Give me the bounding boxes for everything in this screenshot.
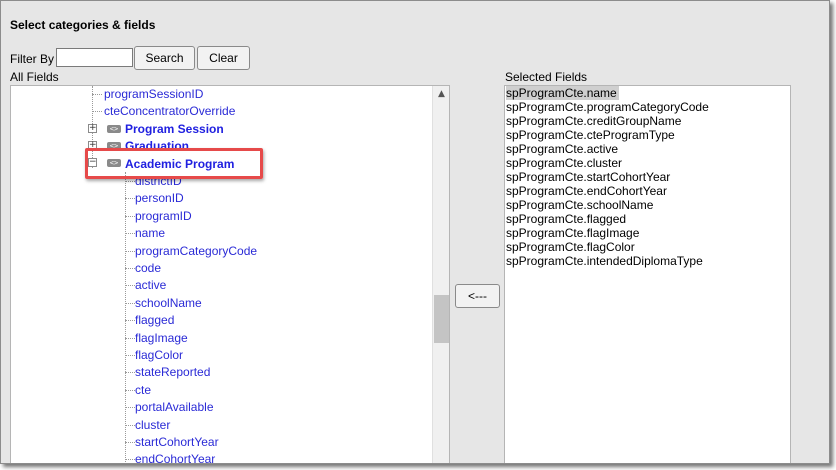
tree-connector (125, 355, 135, 356)
search-button[interactable]: Search (134, 46, 195, 70)
selected-field-item[interactable]: spProgramCte.creditGroupName (506, 114, 683, 128)
tree-field-item[interactable]: schoolName (135, 296, 202, 310)
tree-field-item[interactable]: code (135, 261, 161, 275)
tree-field-item[interactable]: cte (135, 383, 151, 397)
selected-field-item[interactable]: spProgramCte.flagColor (506, 240, 637, 254)
tree-connector (125, 407, 135, 409)
tree-field-item[interactable]: flagged (135, 313, 174, 327)
tree-field-item[interactable]: name (135, 226, 165, 240)
tree-connector (125, 302, 135, 304)
tree-connector (125, 285, 135, 287)
tree-field-item[interactable]: startCohortYear (135, 435, 219, 449)
selected-fields-list[interactable]: spProgramCte.name spProgramCte.programCat… (504, 85, 791, 463)
tree-field-item[interactable]: endCohortYear (135, 452, 215, 463)
tree-field-item[interactable]: programID (135, 209, 192, 223)
plus-box-icon[interactable]: + (88, 124, 97, 133)
tree-content: programSessionID cteConcentratorOverride… (11, 86, 432, 463)
field-selector-panel: Select categories & fields Filter By Sea… (0, 0, 830, 464)
filter-label: Filter By (10, 52, 55, 66)
tree-connector (125, 337, 135, 339)
tree-field-item[interactable]: portalAvailable (135, 400, 214, 414)
selected-field-item[interactable]: spProgramCte.schoolName (506, 198, 655, 212)
tree-field-item[interactable]: stateReported (135, 365, 210, 379)
tree-connector (92, 94, 102, 95)
remove-field-button[interactable]: <--- (455, 284, 500, 308)
selected-field-item[interactable]: spProgramCte.flagged (506, 212, 628, 226)
tree-connector (125, 424, 135, 426)
selected-field-item[interactable]: spProgramCte.name (506, 86, 619, 100)
all-fields-tree[interactable]: programSessionID cteConcentratorOverride… (10, 85, 450, 463)
tree-connector (92, 111, 102, 112)
selected-field-item[interactable]: spProgramCte.cluster (506, 156, 624, 170)
selected-field-item[interactable]: spProgramCte.flagImage (506, 226, 641, 240)
selected-field-item[interactable]: spProgramCte.intendedDiplomaType (506, 254, 705, 268)
tree-connector (125, 372, 135, 374)
clear-button[interactable]: Clear (197, 46, 250, 70)
tree-field-item[interactable]: programCategoryCode (135, 244, 257, 258)
scroll-thumb[interactable] (434, 295, 449, 343)
tree-connector (125, 233, 135, 235)
all-fields-label: All Fields (10, 70, 59, 84)
selected-field-item[interactable]: spProgramCte.endCohortYear (506, 184, 669, 198)
panel-title: Select categories & fields (10, 18, 156, 32)
tree-connector (125, 250, 135, 252)
tree-scrollbar[interactable]: ▲ (432, 86, 449, 463)
tree-connector (125, 442, 135, 443)
tree-connector (125, 198, 135, 200)
tree-field-item[interactable]: cluster (135, 418, 170, 432)
scroll-up-arrow-icon[interactable]: ▲ (433, 86, 449, 103)
category-icon: <> (107, 125, 121, 133)
filter-input[interactable] (56, 48, 133, 67)
tree-connector (125, 181, 135, 182)
tree-connector (125, 389, 135, 391)
tree-item-programsessionid[interactable]: programSessionID (104, 87, 203, 101)
selected-field-item[interactable]: spProgramCte.active (506, 142, 620, 156)
selected-field-item[interactable]: spProgramCte.programCategoryCode (506, 100, 711, 114)
tree-field-item[interactable]: flagImage (135, 331, 188, 345)
selected-field-item[interactable]: spProgramCte.startCohortYear (506, 170, 672, 184)
tree-field-item[interactable]: personID (135, 191, 184, 205)
tree-field-item[interactable]: active (135, 278, 166, 292)
selected-field-item[interactable]: spProgramCte.cteProgramType (506, 128, 677, 142)
tree-connector (125, 320, 135, 322)
tree-connector (125, 459, 135, 461)
category-program-session[interactable]: Program Session (125, 122, 224, 136)
highlight-box (85, 148, 263, 179)
tree-item-cteconcentratoroverride[interactable]: cteConcentratorOverride (104, 104, 235, 118)
tree-field-item[interactable]: flagColor (135, 348, 183, 362)
selected-fields-label: Selected Fields (505, 70, 588, 84)
tree-connector (125, 215, 135, 217)
tree-connector (125, 268, 135, 269)
